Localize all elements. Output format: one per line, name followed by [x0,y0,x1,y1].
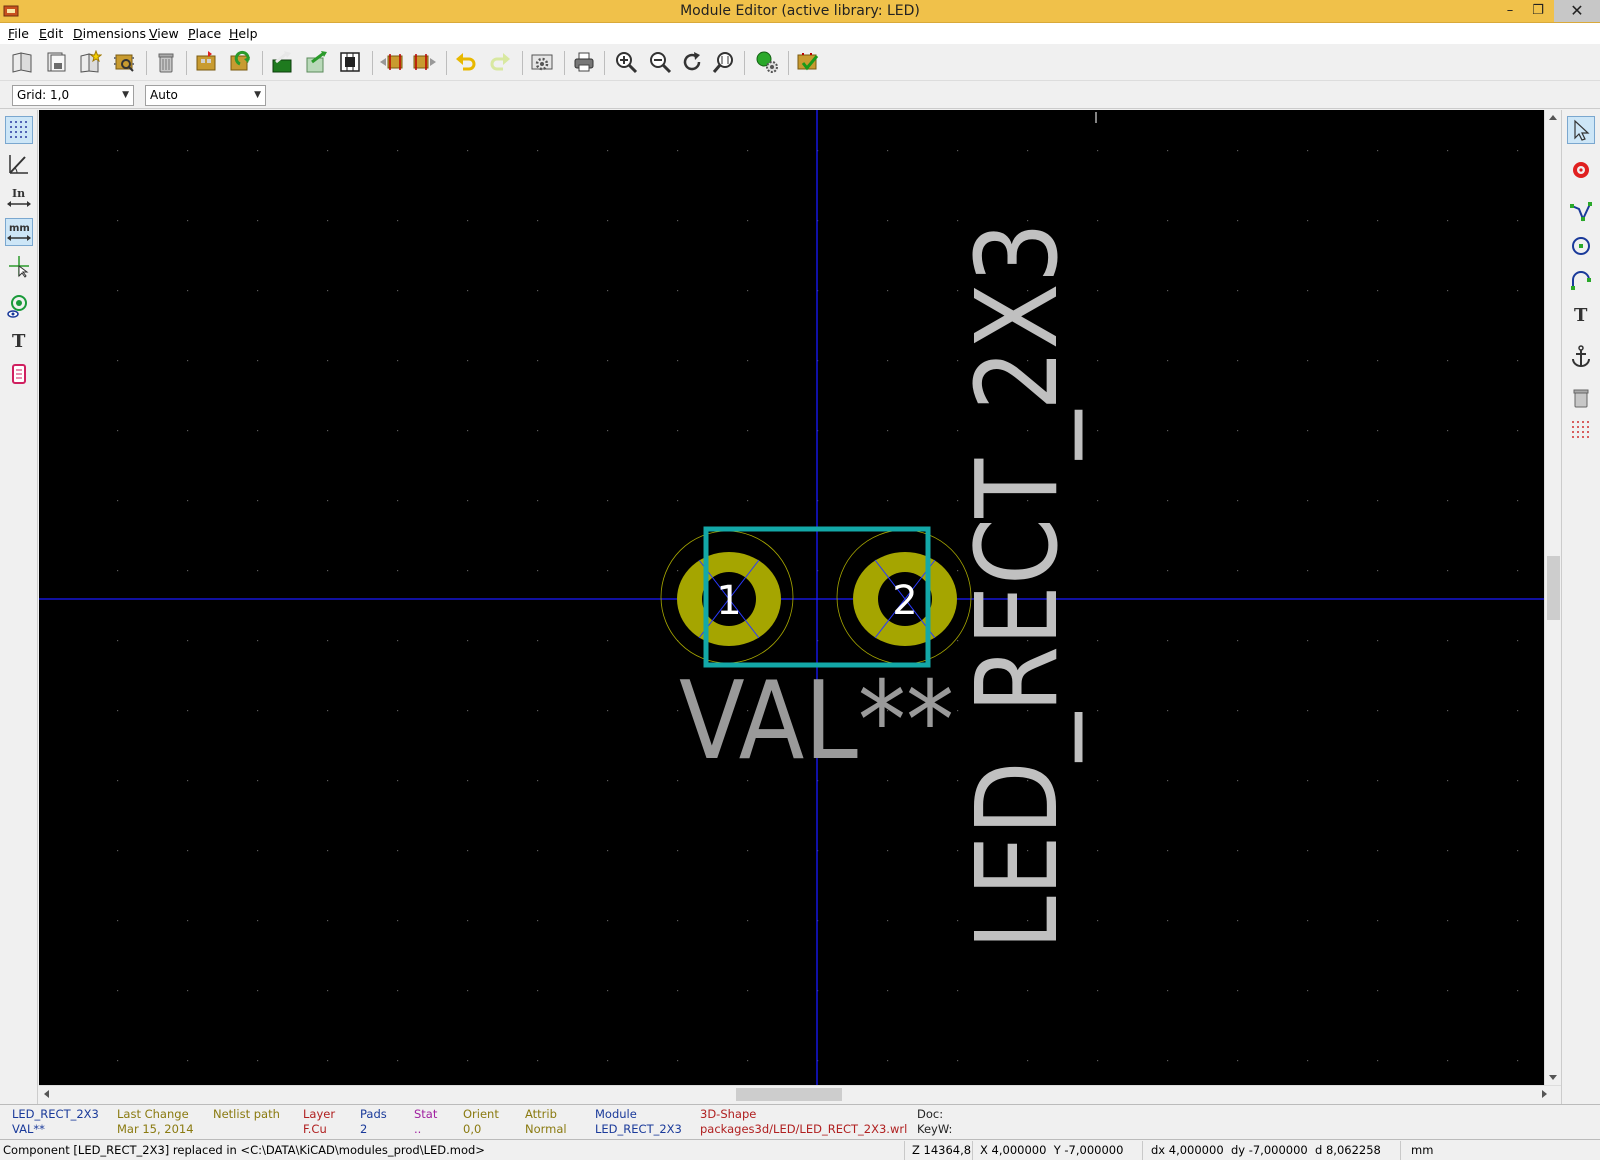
menu-file[interactable]: File [8,26,29,41]
vertical-scrollbar[interactable] [1544,110,1561,1085]
menu-dimensions[interactable]: Dimensions [73,26,146,41]
msg-orient: Orient 0,0 [463,1107,499,1136]
new-module-icon[interactable] [76,48,104,76]
title-bar: Module Editor (active library: LED) – ❐ … [0,0,1600,23]
close-button[interactable]: ✕ [1554,0,1600,22]
msg-netlist-path: Netlist path [213,1107,280,1121]
menu-help[interactable]: Help [229,26,258,41]
restore-button[interactable]: ❐ [1524,0,1552,22]
add-arc-icon[interactable] [1567,266,1595,294]
horizontal-scrollbar[interactable] [39,1085,1561,1102]
message-panel: LED_RECT_2X3 VAL** Last Change Mar 15, 201… [0,1104,1600,1138]
svg-text:T: T [1574,305,1588,326]
text-sketch-icon[interactable]: T [5,326,33,354]
cursor-shape-icon[interactable] [5,252,33,280]
msg-stat: Stat.. [414,1107,438,1136]
load-module-icon[interactable] [110,48,138,76]
menu-edit[interactable]: Edit [39,26,63,41]
load-from-board-icon[interactable] [192,48,220,76]
pad-2[interactable]: 2 [836,529,972,665]
status-message: Component [LED_RECT_2X3] replaced in <C:… [3,1143,485,1157]
drawing-canvas[interactable]: 1 2 VAL** LED_RECT_2X3 [39,110,1544,1085]
status-delta: dx 4,000000 dy -7,000000 d 8,062258 [1151,1143,1381,1157]
menu-view[interactable]: View [149,26,179,41]
check-icon[interactable] [794,48,822,76]
anchor-icon[interactable] [1567,342,1595,370]
zoom-select-value: Auto [150,88,178,102]
grid-select[interactable]: Grid: 1,0 ▼ [12,85,134,106]
add-circle-icon[interactable] [1567,232,1595,260]
add-text-icon[interactable]: T [1567,300,1595,328]
zoom-in-icon[interactable] [612,48,640,76]
pad-sketch-icon[interactable] [5,292,33,320]
left-toolbar: In mm T [0,110,38,1105]
delete-module-icon[interactable] [152,48,180,76]
minimize-button[interactable]: – [1496,0,1524,22]
module-anchor-left-icon[interactable] [378,48,406,76]
chevron-down-icon: ▼ [122,90,129,100]
grid-toggle-icon[interactable] [5,116,33,144]
menu-place[interactable]: Place [188,26,221,41]
window-title: Module Editor (active library: LED) [680,3,920,19]
polar-coords-icon[interactable] [5,150,33,178]
print-icon[interactable] [570,48,598,76]
reference-text[interactable]: LED_RECT_2X3 [953,222,1083,950]
msg-module: Module LED_RECT_2X3 [595,1107,682,1136]
module-anchor-right-icon[interactable] [410,48,438,76]
status-bar: Component [LED_RECT_2X3] replaced in <C:… [0,1139,1600,1160]
msg-module-ref: LED_RECT_2X3 VAL** [12,1107,99,1136]
right-toolbar: T [1561,110,1600,1105]
svg-text:In: In [12,187,25,200]
zoom-out-icon[interactable] [646,48,674,76]
select-lib-icon[interactable] [8,48,36,76]
add-pad-icon[interactable] [1567,156,1595,184]
add-polygon-icon[interactable] [1567,198,1595,226]
module-properties-icon[interactable] [336,48,364,76]
load-from-lib-icon[interactable] [226,48,254,76]
select-arrow-icon[interactable] [1567,116,1595,144]
inch-units-icon[interactable]: In [5,184,33,212]
msg-pads: Pads 2 [360,1107,387,1136]
msg-last-change: Last Change Mar 15, 2014 [117,1107,194,1136]
update-board-icon[interactable] [302,48,330,76]
mm-units-icon[interactable]: mm [5,218,33,246]
grid-select-value: Grid: 1,0 [17,88,70,102]
msg-3d-shape: 3D-Shape packages3d/LED/LED_RECT_2X3.wrl [700,1107,908,1136]
undo-icon[interactable] [452,48,480,76]
main-toolbar [0,44,1600,81]
menu-bar: File Edit Dimensions View Place Help [0,23,1600,44]
3d-viewer-icon[interactable] [752,48,780,76]
svg-text:T: T [12,331,26,352]
grid-origin-icon[interactable] [1567,416,1595,444]
redo-icon[interactable] [486,48,514,76]
zoom-fit-icon[interactable] [710,48,738,76]
pad-settings-icon[interactable] [528,48,556,76]
chevron-down-icon: ▼ [254,90,261,100]
status-cursor-xy: X 4,000000 Y -7,000000 [980,1143,1124,1157]
pad-2-label: 2 [892,578,917,624]
pad-1[interactable]: 1 [660,530,794,664]
edge-sketch-icon[interactable] [5,360,33,388]
status-units: mm [1411,1143,1434,1157]
options-bar: Grid: 1,0 ▼ Auto ▼ [0,82,1600,109]
msg-layer: Layer F.Cu [303,1107,336,1136]
delete-item-icon[interactable] [1567,384,1595,412]
status-zoom: Z 14364,8 [912,1143,972,1157]
zoom-select[interactable]: Auto ▼ [145,85,266,106]
svg-text:mm: mm [9,223,30,234]
value-text[interactable]: VAL** [679,659,954,784]
redraw-icon[interactable] [678,48,706,76]
msg-attrib: Attrib Normal [525,1107,567,1136]
msg-doc: Doc: KeyW: [917,1107,953,1136]
insert-into-board-icon[interactable] [268,48,296,76]
pad-1-label: 1 [716,578,741,624]
save-lib-icon[interactable] [42,48,70,76]
